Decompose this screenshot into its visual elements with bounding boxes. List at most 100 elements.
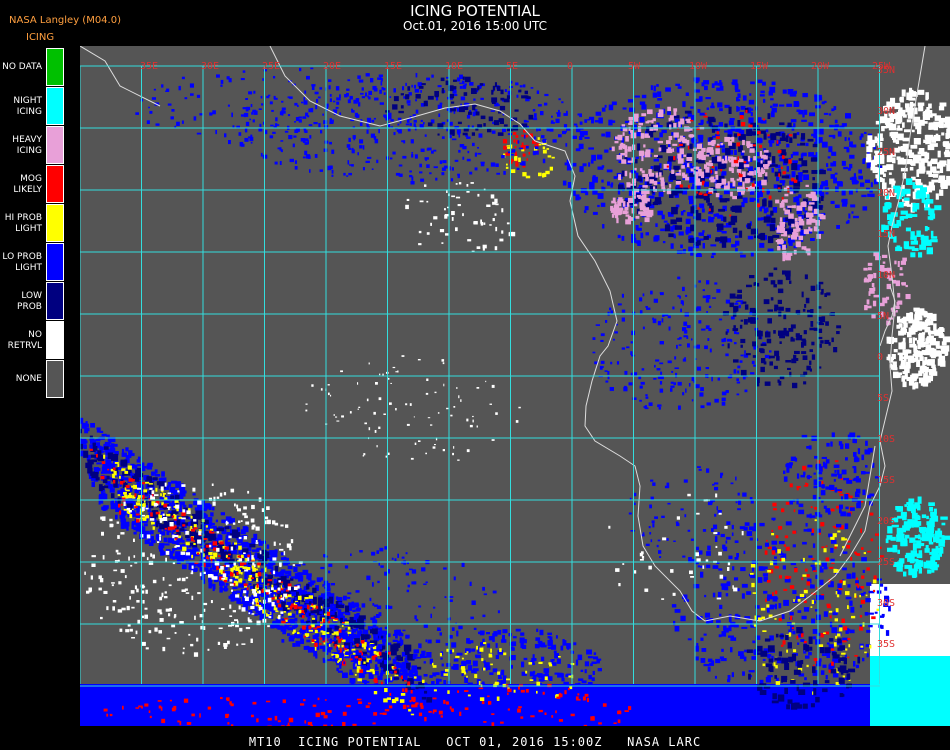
icing-pixel [172,548,177,551]
icing-pixel [775,535,779,539]
icing-pixel [835,186,839,192]
icing-pixel [823,112,829,115]
icing-pixel [785,135,789,142]
icing-pixel [409,679,414,684]
icing-pixel [682,101,686,108]
icing-pixel [606,169,613,173]
icing-pixel [639,153,642,157]
icing-pixel [687,113,692,117]
icing-pixel [802,170,809,173]
icing-pixel [277,604,282,608]
icing-pixel [617,719,621,724]
icing-pixel [783,476,788,482]
icing-pixel [582,163,587,167]
icing-pixel [110,438,113,441]
icing-pixel [155,503,159,506]
icing-pixel [209,567,213,573]
icing-pixel [164,596,168,599]
icing-pixel [199,567,203,572]
icing-pixel [778,168,781,173]
icing-pixel [847,668,856,673]
icing-pixel [843,146,849,149]
icing-pixel [159,534,162,537]
icing-pixel [301,610,305,613]
icing-pixel [490,696,496,700]
icing-pixel [256,577,259,582]
icing-pixel [790,680,796,684]
icing-pixel [556,658,561,664]
icing-pixel [845,443,850,449]
icing-pixel [836,633,841,637]
icing-pixel [601,179,604,183]
icing-pixel [847,137,850,141]
icing-pixel [160,486,164,491]
icing-pixel [232,522,236,525]
icing-pixel [219,541,224,545]
icing-pixel [484,662,490,667]
legend-swatch [46,48,64,86]
icing-pixel [830,648,835,651]
icing-pixel [473,627,477,630]
icing-pixel [466,660,471,665]
icing-pixel [142,517,147,521]
icing-pixel [736,169,742,173]
icing-pixel [802,541,807,545]
icing-pixel [785,634,789,640]
icing-pixel [753,235,761,239]
icing-pixel [351,648,356,651]
icing-pixel [788,632,792,637]
icing-pixel [144,530,150,534]
legend-swatch [46,360,64,398]
icing-pixel [762,81,766,86]
icing-pixel [206,555,209,558]
icing-pixel [627,146,632,152]
icing-pixel [734,149,737,155]
icing-pixel [826,163,829,167]
icing-pixel [502,629,506,634]
icing-pixel [813,135,818,139]
icing-pixel [327,710,332,713]
icing-pixel [181,555,188,559]
icing-pixel [683,154,687,157]
icing-pixel [186,510,191,514]
icing-pixel [488,653,493,658]
icing-pixel [127,465,132,470]
icing-pixel [802,467,807,471]
icing-pixel [216,531,219,534]
icing-pixel [785,501,790,505]
icing-pixel [287,583,292,587]
icing-pixel [295,640,301,647]
icing-pixel [750,574,756,579]
icing-pixel [301,613,304,616]
icing-pixel [588,674,592,680]
icing-pixel [165,557,167,563]
icing-pixel [392,658,397,665]
icing-pixel [361,665,366,669]
icing-pixel [792,530,797,534]
icing-pixel [870,538,874,542]
icing-pixel [717,102,723,108]
icing-pixel [850,204,856,208]
icing-pixel [197,552,200,555]
icing-pixel [256,583,259,588]
icing-pixel [358,701,363,704]
icing-pixel [247,557,250,562]
icing-pixel [144,703,149,707]
icing-pixel [675,181,681,185]
icing-pixel [188,633,191,636]
icing-pixel [352,723,357,726]
icing-pixel [491,701,497,705]
icing-pixel [124,575,127,579]
icing-pixel [244,569,249,572]
icing-pixel [616,155,622,160]
icing-pixel [262,609,266,614]
icing-pixel [458,625,463,630]
icing-pixel [471,600,476,605]
icing-pixel [750,81,755,85]
icing-pixel [496,696,500,701]
icing-pixel [287,722,290,726]
icing-pixel [800,639,805,642]
icing-pixel [426,697,432,703]
icing-pixel [203,626,206,630]
icing-pixel [624,149,628,154]
